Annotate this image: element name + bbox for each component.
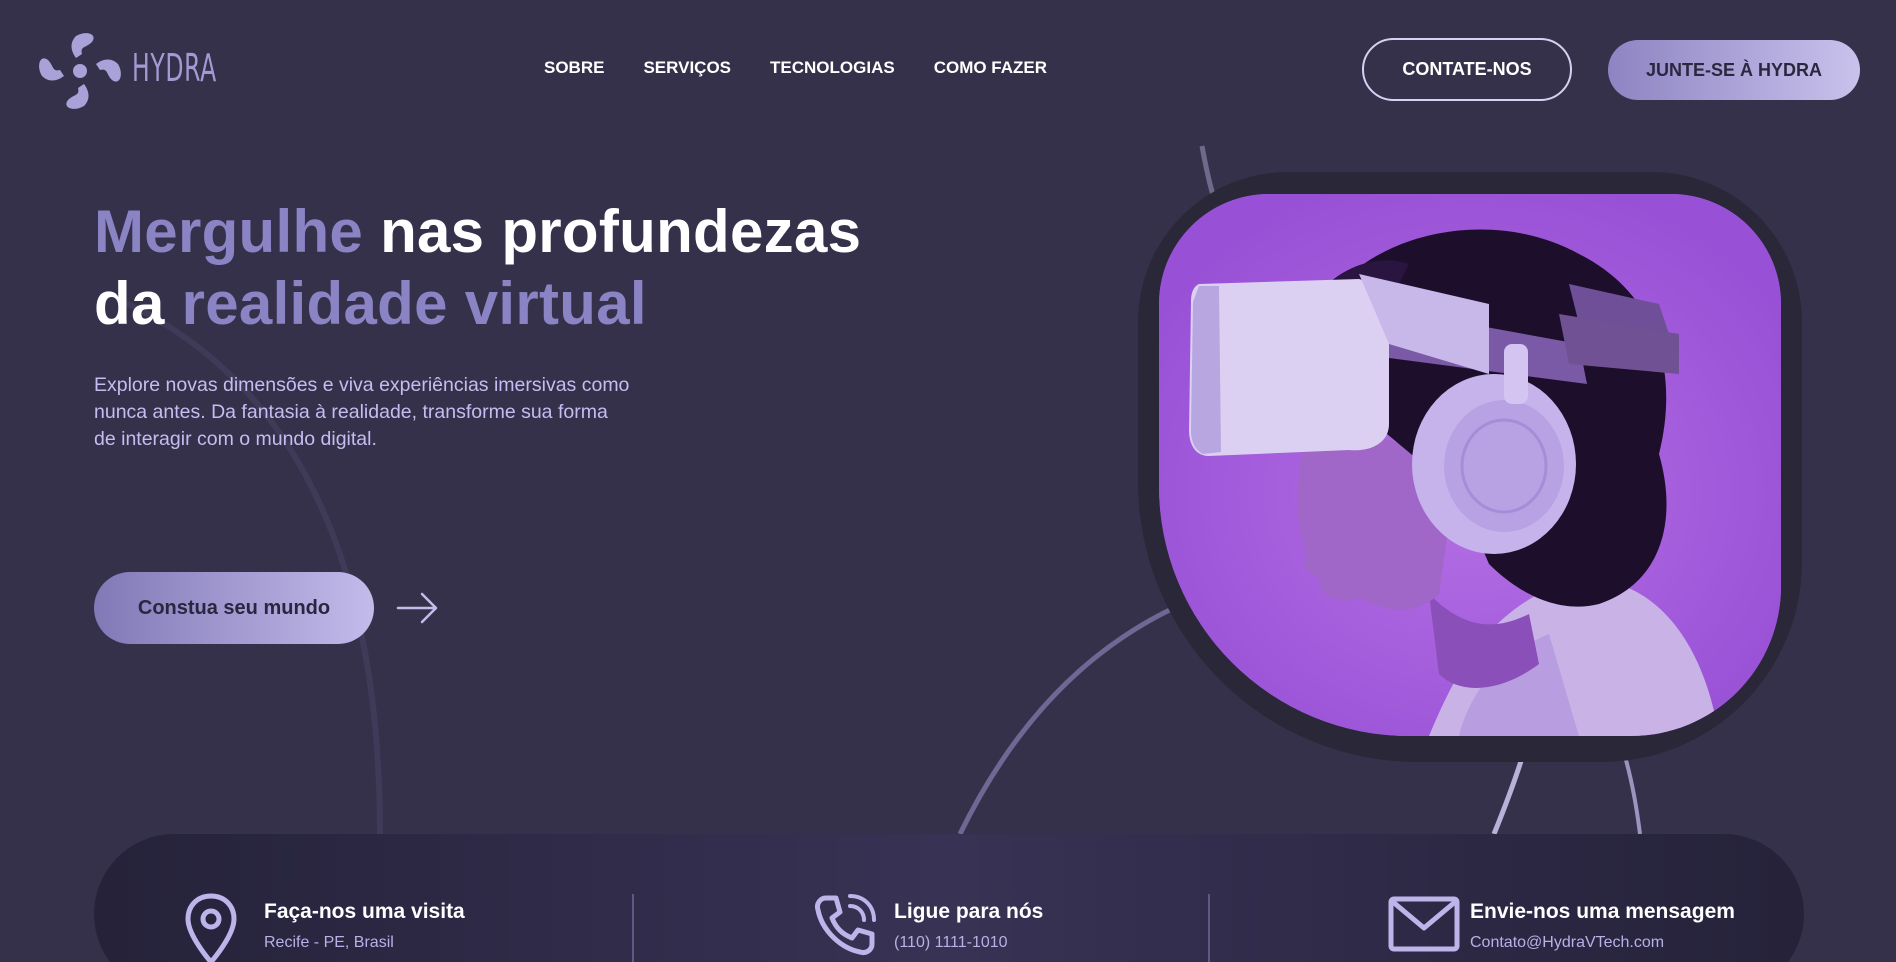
hydra-swirl-logo-icon	[39, 33, 121, 109]
hero-title-part-3: da	[94, 270, 182, 337]
contact-phone-value[interactable]: (110) 1111-1010	[894, 934, 1008, 952]
contact-divider	[1208, 894, 1210, 962]
phone-icon	[815, 894, 876, 955]
nav-item-tecnologias[interactable]: TECNOLOGIAS	[770, 58, 895, 78]
contact-us-button[interactable]: CONTATE-NOS	[1362, 38, 1572, 101]
hero-title: Mergulhe nas profundezas da realidade vi…	[94, 196, 861, 340]
contact-visit-value: Recife - PE, Brasil	[264, 934, 394, 951]
contact-visit-title: Faça-nos uma visita	[264, 900, 465, 923]
contact-phone-title: Ligue para nós	[894, 900, 1044, 923]
build-world-button[interactable]: Constua seu mundo	[94, 572, 374, 644]
arrow-right-icon[interactable]	[396, 588, 440, 628]
mail-icon	[1388, 896, 1460, 952]
hero-subtitle: Explore novas dimensões e viva experiênc…	[94, 374, 630, 450]
hero-title-accent-1: Mergulhe	[94, 198, 364, 265]
hero-title-part-2: nas profundezas	[363, 198, 862, 265]
contact-bar: Faça-nos uma visita Recife - PE, Brasil …	[94, 834, 1804, 962]
join-hydra-button[interactable]: JUNTE-SE À HYDRA	[1608, 40, 1860, 100]
nav-item-como-fazer[interactable]: COMO FAZER	[934, 58, 1047, 78]
site-header: HYDRA SOBRE SERVIÇOS TECNOLOGIAS COMO FA…	[0, 0, 1896, 140]
contact-mail-title: Envie-nos uma mensagem	[1470, 900, 1735, 923]
brand-name: HYDRA	[132, 46, 217, 90]
nav-item-servicos[interactable]: SERVIÇOS	[643, 58, 731, 78]
vr-person-illustration	[1159, 194, 1781, 736]
location-pin-icon	[185, 893, 237, 962]
brand-logo[interactable]: HYDRA	[36, 28, 216, 112]
contact-mail-value[interactable]: Contato@HydraVTech.com	[1470, 934, 1664, 952]
hero-title-accent-2: realidade virtual	[181, 270, 647, 337]
hero-image-vr-person	[1159, 194, 1781, 736]
contact-divider	[632, 894, 634, 962]
main-nav: SOBRE SERVIÇOS TECNOLOGIAS COMO FAZER	[544, 58, 1047, 78]
nav-item-sobre[interactable]: SOBRE	[544, 58, 604, 78]
